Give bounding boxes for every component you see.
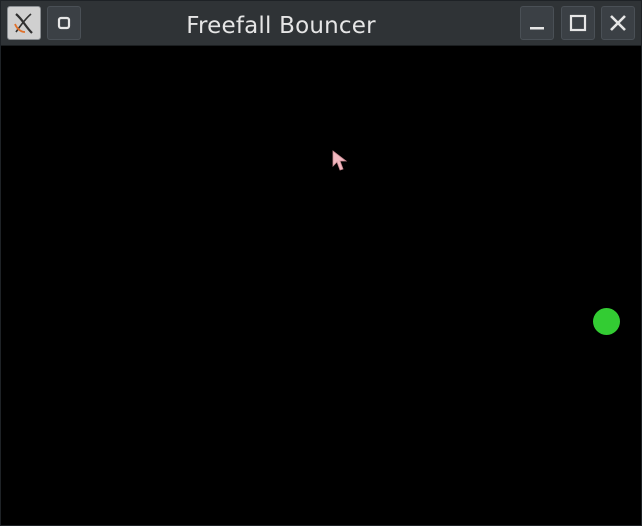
close-button[interactable] <box>601 6 635 40</box>
window-menu-button[interactable] <box>47 6 81 40</box>
minimize-icon <box>527 13 547 33</box>
mouse-pointer-icon <box>332 150 348 176</box>
minimize-button[interactable] <box>520 6 554 40</box>
maximize-icon <box>568 13 588 33</box>
window-title: Freefall Bouncer <box>186 13 376 39</box>
window-menu-icon <box>55 14 73 32</box>
app-window: Freefall Bouncer <box>0 0 642 526</box>
bouncing-ball <box>593 308 620 335</box>
app-menu-button[interactable] <box>7 6 41 40</box>
close-icon <box>608 13 628 33</box>
title-bar[interactable]: Freefall Bouncer <box>1 1 641 46</box>
game-canvas[interactable] <box>1 46 641 525</box>
maximize-button[interactable] <box>561 6 595 40</box>
x-app-icon <box>11 10 37 36</box>
